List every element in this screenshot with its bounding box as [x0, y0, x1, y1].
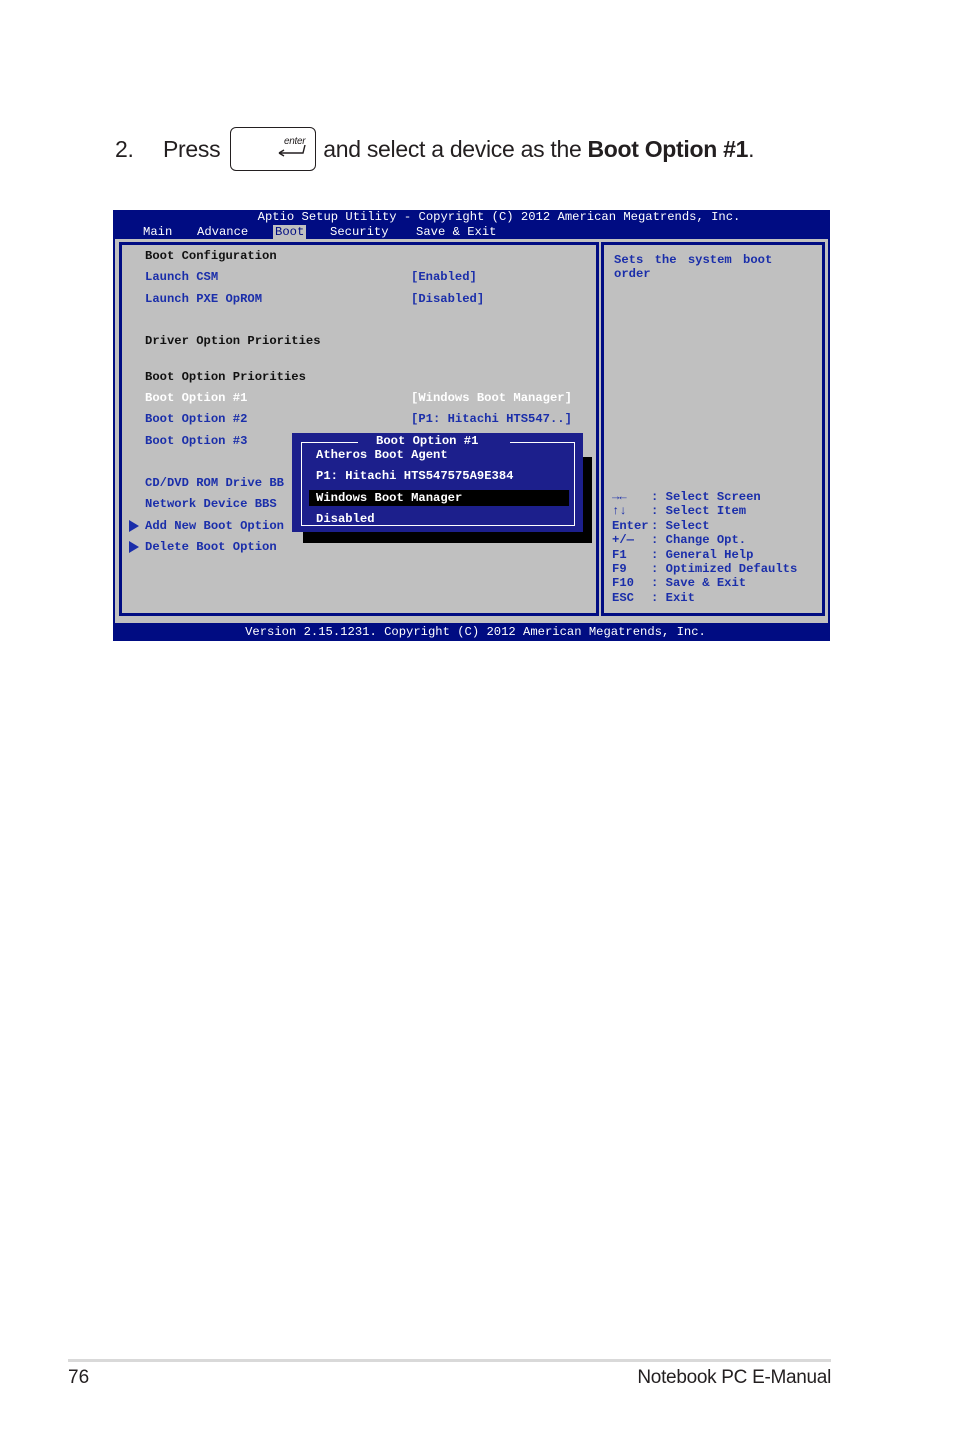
step-text-after: and select a device as the: [323, 135, 582, 162]
bios-body: Boot Configuration Launch CSM [Enabled] …: [115, 239, 828, 623]
key-name: F9: [612, 562, 627, 577]
return-arrow-icon: [278, 145, 306, 157]
key-name: +/—: [612, 533, 634, 548]
cd-dvd-rom-bbs-item[interactable]: CD/DVD ROM Drive BB: [145, 475, 284, 491]
step-number: 2.: [115, 135, 134, 162]
boot-option-1-value[interactable]: [Windows Boot Manager]: [411, 390, 572, 406]
step-text-before: Press: [163, 135, 221, 162]
key-name: ESC: [612, 590, 634, 605]
bios-menubar: Main Advance Boot Security Save & Exit: [113, 225, 830, 239]
submenu-arrow-icon: [129, 520, 139, 532]
step-emphasis: Boot Option #1: [587, 135, 749, 162]
key-name: F1: [612, 547, 627, 562]
key-legend-row: ↑↓ : Select Item: [612, 504, 797, 518]
key-legend-row: +/— : Change Opt.: [612, 533, 797, 547]
section-driver-option-priorities: Driver Option Priorities: [145, 334, 321, 348]
submenu-arrow-icon: [129, 541, 139, 553]
key-legend-row: F1 : General Help: [612, 548, 797, 562]
key-action: : Select Screen: [651, 490, 761, 504]
footer-divider: [68, 1359, 831, 1362]
key-action: : Select Item: [651, 504, 747, 519]
page-number: 76: [68, 1367, 90, 1388]
tab-advance[interactable]: Advance: [195, 225, 250, 239]
tab-boot[interactable]: Boot: [273, 225, 307, 239]
key-action: : Change Opt.: [651, 533, 747, 548]
settings-pane: Boot Configuration Launch CSM [Enabled] …: [119, 242, 599, 616]
boot-option-1-item[interactable]: Boot Option #1: [145, 390, 247, 406]
help-pane: Sets the system boot order →← : Select Sc…: [601, 242, 825, 616]
boot-option-2-item[interactable]: Boot Option #2: [145, 411, 247, 427]
key-action: : Exit: [651, 590, 695, 605]
delete-boot-option-item[interactable]: Delete Boot Option: [145, 539, 277, 555]
key-legend-row: Enter: Select: [612, 519, 797, 533]
add-new-boot-option-item[interactable]: Add New Boot Option: [145, 518, 284, 534]
arrow-up-down-icon: ↑↓: [612, 504, 627, 519]
launch-csm-item[interactable]: Launch CSM: [145, 269, 218, 285]
key-action: : General Help: [651, 547, 754, 562]
boot-option-popup: Boot Option #1 Atheros Boot Agent P1: Hi…: [292, 433, 583, 532]
bios-screenshot: Aptio Setup Utility - Copyright (C) 2012…: [113, 210, 830, 641]
step-period: .: [748, 135, 755, 162]
popup-option-hitachi[interactable]: P1: Hitachi HTS547575A9E384: [316, 468, 513, 484]
key-legend-row: F9 : Optimized Defaults: [612, 562, 797, 576]
manual-title: Notebook PC E-Manual: [637, 1367, 831, 1388]
boot-option-2-value[interactable]: [P1: Hitachi HTS547..]: [411, 411, 572, 427]
enter-key-icon: enter: [230, 127, 317, 171]
bios-title: Aptio Setup Utility - Copyright (C) 2012…: [257, 210, 741, 224]
popup-option-windows-boot-manager[interactable]: Windows Boot Manager: [309, 490, 569, 506]
boot-option-3-item[interactable]: Boot Option #3: [145, 433, 247, 449]
network-device-bbs-item[interactable]: Network Device BBS: [145, 496, 277, 512]
tab-save-exit[interactable]: Save & Exit: [414, 225, 498, 239]
help-text: Sets the system boot order: [614, 253, 773, 281]
bios-footer: Version 2.15.1231. Copyright (C) 2012 Am…: [245, 625, 706, 639]
section-boot-configuration: Boot Configuration: [145, 249, 277, 263]
popup-title: Boot Option #1: [358, 434, 510, 448]
instruction-step: 2. Press enter and select a device as th…: [115, 126, 754, 172]
key-action: : Select: [651, 518, 710, 533]
key-legend: →← : Select Screen ↑↓ : Select Item Enter:…: [612, 490, 797, 605]
launch-pxe-oprom-value[interactable]: [Disabled]: [411, 291, 484, 307]
key-name: F10: [612, 576, 634, 591]
key-legend-row: ESC : Exit: [612, 591, 797, 605]
key-legend-row: F10 : Save & Exit: [612, 576, 797, 590]
tab-main[interactable]: Main: [141, 225, 174, 239]
arrow-left-right-icon: →←: [612, 490, 627, 504]
key-action: : Save & Exit: [651, 576, 747, 591]
key-action: : Optimized Defaults: [651, 562, 798, 577]
key-legend-row: →← : Select Screen: [612, 490, 797, 504]
launch-csm-value[interactable]: [Enabled]: [411, 269, 477, 285]
section-boot-option-priorities: Boot Option Priorities: [145, 370, 306, 384]
popup-option-atheros[interactable]: Atheros Boot Agent: [316, 447, 448, 463]
popup-option-disabled[interactable]: Disabled: [316, 511, 375, 527]
tab-security[interactable]: Security: [328, 225, 391, 239]
launch-pxe-oprom-item[interactable]: Launch PXE OpROM: [145, 291, 262, 307]
